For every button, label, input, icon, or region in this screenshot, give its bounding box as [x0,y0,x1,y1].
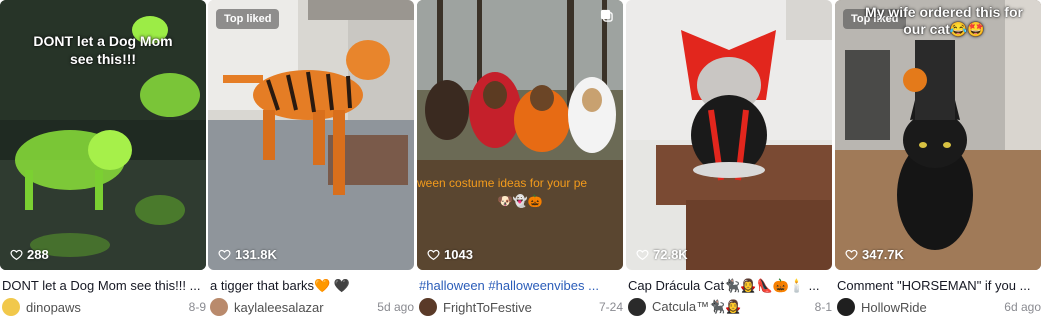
video-overlay-text: ween costume ideas for your pe [417,176,588,190]
video-caption[interactable]: #halloween #halloweenvibes ... [419,278,623,293]
heart-outline-icon [10,249,23,261]
heart-outline-icon [845,249,858,261]
view-count-value: 72.8K [653,247,688,262]
video-card[interactable]: DONT let a Dog Mom see this!!! 288 DONT … [0,0,206,316]
video-card[interactable]: ween costume ideas for your pe 🐶👻🎃 1043 … [417,0,623,316]
video-thumbnail[interactable]: ween costume ideas for your pe 🐶👻🎃 1043 [417,0,623,270]
video-overlay-text: DONT let a Dog Mom see this!!! [33,33,173,67]
author-name[interactable]: FrightToFestive [443,300,599,315]
view-count: 72.8K [636,247,688,262]
thumbnail-image [208,0,414,270]
author-name[interactable]: dinopaws [26,300,189,315]
avatar[interactable] [628,298,646,316]
video-caption[interactable]: a tigger that barks🧡 🖤 [210,278,414,294]
heart-outline-icon [218,249,231,261]
author-name[interactable]: Catcula™🐈‍⬛🧛‍♀️ [652,299,815,315]
author-row[interactable]: HollowRide 6d ago [837,298,1041,316]
heart-outline-icon [636,249,649,261]
video-caption[interactable]: Cap Drácula Cat🐈‍⬛🧛‍♀️👠🎃🕯️ ... [628,278,832,294]
author-row[interactable]: dinopaws 8-9 [2,298,206,316]
view-count: 131.8K [218,247,277,262]
avatar[interactable] [2,298,20,316]
post-date: 8-9 [188,300,206,314]
video-caption[interactable]: DONT let a Dog Mom see this!!! ... [2,278,206,293]
view-count-value: 131.8K [235,247,277,262]
video-thumbnail[interactable]: 72.8K [626,0,832,270]
post-date: 7-24 [598,300,623,314]
view-count: 1043 [427,247,473,262]
view-count-value: 1043 [444,247,473,262]
avatar[interactable] [419,298,437,316]
video-thumbnail[interactable]: Top liked My wife ordered this for our c… [835,0,1041,270]
video-overlay-text: My wife ordered this for our cat😂🤩 [865,4,1023,37]
post-date: 5d ago [377,300,414,314]
author-row[interactable]: kaylaleesalazar 5d ago [210,298,414,316]
video-card[interactable]: Top liked 131.8K a tigger that barks🧡 🖤 … [208,0,414,316]
video-thumbnail[interactable]: DONT let a Dog Mom see this!!! 288 [0,0,206,270]
view-count-value: 288 [27,247,49,262]
author-row[interactable]: Catcula™🐈‍⬛🧛‍♀️ 8-1 [628,298,832,316]
video-grid: DONT let a Dog Mom see this!!! 288 DONT … [0,0,1041,316]
view-count: 347.7K [845,247,904,262]
view-count-value: 347.7K [862,247,904,262]
author-name[interactable]: kaylaleesalazar [234,300,377,315]
top-liked-badge: Top liked [216,9,280,29]
author-row[interactable]: FrightToFestive 7-24 [419,298,623,316]
hashtag-link[interactable]: #halloween #halloweenvibes ... [419,278,599,293]
post-date: 6d ago [1004,300,1041,314]
video-caption[interactable]: Comment "HORSEMAN" if you ... [837,278,1041,293]
author-name[interactable]: HollowRide [861,300,1004,315]
avatar[interactable] [210,298,228,316]
thumbnail-image [835,0,1041,270]
video-card[interactable]: 72.8K Cap Drácula Cat🐈‍⬛🧛‍♀️👠🎃🕯️ ... Cat… [626,0,832,316]
video-overlay-emoji: 🐶👻🎃 [497,194,543,208]
thumbnail-image [626,0,832,270]
thumbnail-image [417,0,623,270]
video-card[interactable]: Top liked My wife ordered this for our c… [835,0,1041,316]
view-count: 288 [10,247,49,262]
heart-outline-icon [427,249,440,261]
avatar[interactable] [837,298,855,316]
video-thumbnail[interactable]: Top liked 131.8K [208,0,414,270]
photo-carousel-icon [600,9,613,22]
post-date: 8-1 [814,300,832,314]
